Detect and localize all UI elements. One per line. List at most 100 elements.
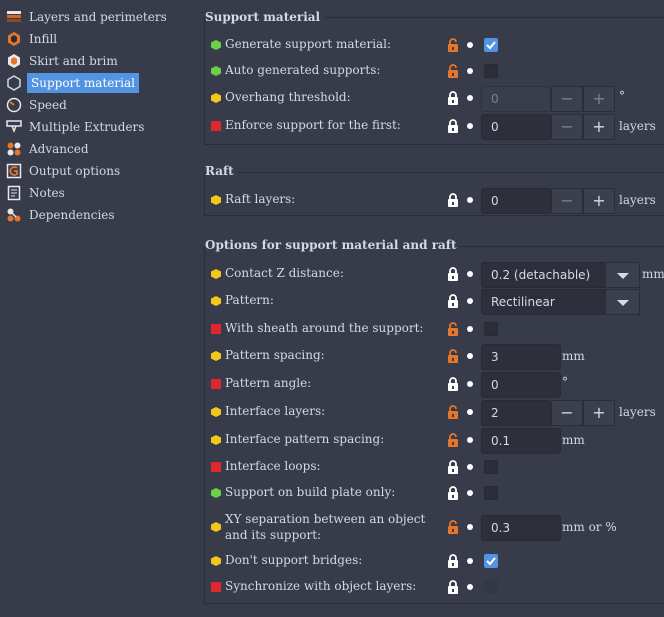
lock-closed-icon[interactable]: [447, 554, 459, 568]
lock-closed-icon[interactable]: [447, 267, 459, 281]
row-generate-support: Generate support material:: [211, 33, 664, 57]
reset-dot-icon[interactable]: [467, 490, 473, 496]
sidebar-item-support-material[interactable]: Support material: [6, 72, 139, 94]
sidebar-item-output-options[interactable]: Output options: [6, 160, 122, 182]
reset-dot-icon[interactable]: [467, 68, 473, 74]
lock-closed-icon[interactable]: [447, 294, 459, 308]
decrement-button[interactable]: −: [551, 86, 583, 112]
increment-button[interactable]: +: [583, 114, 615, 140]
field-label: Synchronize with object layers:: [225, 579, 417, 593]
decrement-button[interactable]: −: [551, 188, 583, 214]
reset-dot-icon[interactable]: [467, 524, 473, 530]
field-label: Auto generated supports:: [225, 63, 381, 77]
row-raft-layers: Raft layers: 0 − + layers: [211, 188, 664, 214]
sheath-checkbox[interactable]: [484, 322, 498, 336]
field-label: Pattern:: [225, 293, 274, 307]
chevron-down-icon: [617, 300, 629, 306]
lock-closed-icon[interactable]: [447, 91, 459, 105]
status-green-icon: [211, 40, 221, 50]
group-title-support: Support material: [205, 10, 325, 24]
lock-open-icon[interactable]: [447, 64, 459, 78]
increment-button[interactable]: +: [583, 400, 615, 426]
lock-closed-icon[interactable]: [447, 460, 459, 474]
sidebar-item-multiple-extruders[interactable]: Multiple Extruders: [6, 116, 146, 138]
sidebar-item-infill[interactable]: Infill: [6, 28, 59, 50]
unit-label: layers: [619, 193, 656, 207]
output-icon: [6, 163, 22, 179]
status-green-icon: [211, 66, 221, 76]
field-label: XY separation between an object and its …: [225, 511, 425, 543]
pattern-combobox[interactable]: Rectilinear: [481, 289, 607, 315]
xy-separation-input[interactable]: 0.3: [481, 515, 561, 541]
lock-closed-icon[interactable]: [447, 580, 459, 594]
sidebar-item-skirt-and-brim[interactable]: Skirt and brim: [6, 50, 120, 72]
enforce-support-input[interactable]: 0: [481, 114, 551, 140]
sidebar-item-label: Speed: [29, 98, 67, 112]
lock-open-icon[interactable]: [447, 433, 459, 447]
sidebar-item-label: Output options: [29, 164, 121, 178]
interface-layers-input[interactable]: 2: [481, 400, 551, 426]
reset-dot-icon[interactable]: [467, 42, 473, 48]
field-label: Interface loops:: [225, 459, 321, 473]
skirt-icon: [6, 53, 22, 69]
sidebar-item-advanced[interactable]: Advanced: [6, 138, 91, 160]
group-title-options: Options for support material and raft: [205, 238, 461, 252]
status-red-icon: [211, 121, 221, 131]
overhang-threshold-input[interactable]: 0: [481, 86, 551, 112]
lock-open-icon[interactable]: [447, 38, 459, 52]
lock-open-icon[interactable]: [447, 322, 459, 336]
reset-dot-icon[interactable]: [467, 298, 473, 304]
interface-loops-checkbox[interactable]: [484, 460, 498, 474]
sidebar-item-label: Support material: [27, 73, 139, 93]
reset-dot-icon[interactable]: [467, 464, 473, 470]
row-pattern-spacing: Pattern spacing: 3 mm: [211, 344, 664, 370]
sidebar-item-label: Infill: [29, 32, 58, 46]
contact-z-dropdown-button[interactable]: [605, 262, 640, 288]
sidebar-item-layers-and-perimeters[interactable]: Layers and perimeters: [6, 6, 169, 28]
sidebar-item-notes[interactable]: Notes: [6, 182, 67, 204]
decrement-button[interactable]: −: [551, 114, 583, 140]
extruders-icon: [6, 119, 22, 135]
sidebar-item-speed[interactable]: Speed: [6, 94, 69, 116]
row-sync-layers: Synchronize with object layers:: [211, 575, 664, 599]
pattern-spacing-input[interactable]: 3: [481, 344, 561, 370]
raft-layers-input[interactable]: 0: [481, 188, 551, 214]
field-label: Overhang threshold:: [225, 90, 351, 104]
unit-label: °: [562, 375, 568, 389]
reset-dot-icon[interactable]: [467, 584, 473, 590]
reset-dot-icon[interactable]: [467, 95, 473, 101]
sync-layers-checkbox[interactable]: [484, 580, 498, 594]
support-icon: [6, 75, 22, 91]
lock-closed-icon[interactable]: [447, 193, 459, 207]
row-dont-support-bridges: Don't support bridges:: [211, 549, 664, 573]
pattern-angle-input[interactable]: 0: [481, 372, 561, 398]
sidebar-item-label: Dependencies: [29, 208, 115, 222]
decrement-button[interactable]: −: [551, 400, 583, 426]
lock-open-icon[interactable]: [447, 520, 459, 534]
contact-z-combobox[interactable]: 0.2 (detachable): [481, 262, 607, 288]
pattern-dropdown-button[interactable]: [605, 289, 640, 315]
increment-button[interactable]: +: [583, 86, 615, 112]
auto-supports-checkbox[interactable]: [484, 64, 498, 78]
lock-open-icon[interactable]: [447, 349, 459, 363]
reset-dot-icon[interactable]: [467, 197, 473, 203]
reset-dot-icon[interactable]: [467, 409, 473, 415]
reset-dot-icon[interactable]: [467, 558, 473, 564]
sidebar-item-dependencies[interactable]: Dependencies: [6, 204, 117, 226]
generate-support-checkbox[interactable]: [484, 38, 498, 52]
reset-dot-icon[interactable]: [467, 437, 473, 443]
lock-closed-icon[interactable]: [447, 486, 459, 500]
reset-dot-icon[interactable]: [467, 353, 473, 359]
increment-button[interactable]: +: [583, 188, 615, 214]
build-plate-only-checkbox[interactable]: [484, 486, 498, 500]
dont-support-bridges-checkbox[interactable]: [484, 554, 498, 568]
interface-spacing-input[interactable]: 0.1: [481, 428, 561, 454]
reset-dot-icon[interactable]: [467, 271, 473, 277]
reset-dot-icon[interactable]: [467, 326, 473, 332]
sidebar-item-label: Advanced: [29, 142, 89, 156]
lock-closed-icon[interactable]: [447, 377, 459, 391]
reset-dot-icon[interactable]: [467, 381, 473, 387]
lock-closed-icon[interactable]: [447, 119, 459, 133]
lock-open-icon[interactable]: [447, 405, 459, 419]
reset-dot-icon[interactable]: [467, 123, 473, 129]
